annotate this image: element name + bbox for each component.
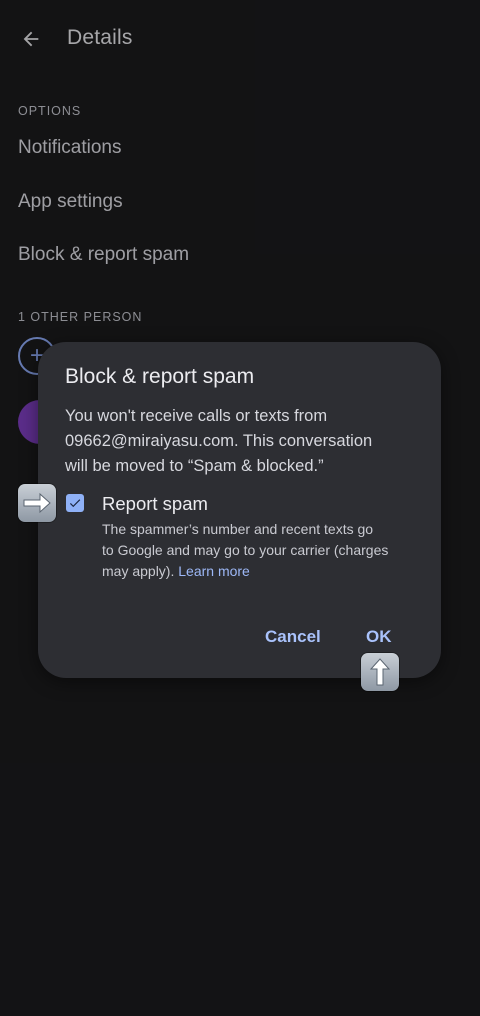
dialog-body-line: will be moved to “Spam & blocked.” [65, 457, 324, 475]
report-spam-label[interactable]: Report spam [102, 493, 208, 515]
dialog-body: You won't receive calls or texts from 09… [65, 404, 415, 479]
details-screen: Details OPTIONS Notifications App settin… [0, 0, 480, 1016]
check-icon [69, 499, 81, 508]
report-spam-description: The spammer’s number and recent texts go… [102, 519, 422, 582]
report-spam-checkbox[interactable] [66, 494, 84, 512]
right-arrow-icon [18, 484, 56, 522]
cancel-button[interactable]: Cancel [265, 627, 321, 647]
description-line: The spammer’s number and recent texts go [102, 521, 374, 537]
description-line: may apply). Learn more [102, 561, 422, 582]
block-report-dialog: Block & report spam You won't receive ca… [38, 342, 441, 678]
ok-button[interactable]: OK [366, 627, 392, 647]
dialog-body-line: You won't receive calls or texts from [65, 407, 328, 425]
up-arrow-icon [361, 653, 399, 691]
dialog-title: Block & report spam [65, 365, 255, 388]
learn-more-link[interactable]: Learn more [178, 563, 250, 579]
description-line: to Google and may go to your carrier (ch… [102, 542, 389, 558]
dialog-body-line: 09662@miraiyasu.com. This conversation [65, 432, 373, 450]
description-line-end: may apply). [102, 563, 179, 579]
